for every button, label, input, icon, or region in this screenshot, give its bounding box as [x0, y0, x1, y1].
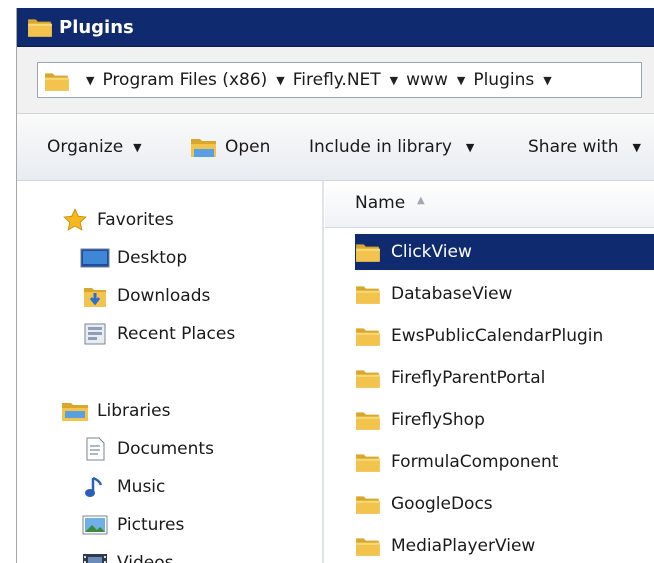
folder-icon — [355, 367, 391, 389]
organize-label: Organize — [47, 137, 124, 157]
nav-item-documents[interactable]: Documents — [79, 434, 214, 464]
nav-label: Downloads — [117, 286, 211, 306]
chevron-down-icon[interactable]: ▼ — [543, 74, 551, 87]
nav-label: Libraries — [97, 401, 171, 421]
star-icon — [59, 205, 91, 235]
address-bar[interactable]: ▼ Program Files (x86) ▼ Firefly.NET ▼ ww… — [37, 62, 642, 98]
navigation-pane: Favorites Desktop Downloads Recent Place… — [17, 181, 322, 563]
folder-icon — [355, 535, 391, 557]
breadcrumb-label: Plugins — [473, 70, 535, 90]
breadcrumb-item[interactable]: ▼ Plugins — [457, 70, 534, 90]
breadcrumb-item[interactable]: ▼ — [543, 74, 559, 87]
address-area: ▼ Program Files (x86) ▼ Firefly.NET ▼ ww… — [17, 47, 654, 114]
nav-label: Pictures — [117, 515, 185, 535]
file-name: GoogleDocs — [391, 494, 493, 514]
chevron-right-icon[interactable]: ▼ — [457, 74, 465, 87]
include-in-library-label: Include in library — [309, 137, 452, 157]
share-with-label: Share with — [528, 137, 619, 157]
file-name: EwsPublicCalendarPlugin — [391, 326, 604, 346]
file-name: FormulaComponent — [391, 452, 559, 472]
folder-icon — [355, 325, 391, 347]
breadcrumb-item[interactable]: ▼ www — [390, 70, 448, 90]
chevron-right-icon[interactable]: ▼ — [86, 74, 94, 87]
title-bar[interactable]: Plugins — [17, 8, 654, 47]
sort-ascending-icon: ▲ — [417, 195, 425, 206]
file-name: FireflyParentPortal — [391, 368, 546, 388]
pane-splitter[interactable] — [322, 181, 324, 563]
nav-item-music[interactable]: Music — [79, 472, 165, 502]
nav-label: Videos — [117, 553, 174, 563]
breadcrumb-label: Program Files (x86) — [102, 70, 268, 90]
nav-item-recent-places[interactable]: Recent Places — [79, 319, 235, 349]
chevron-right-icon[interactable]: ▼ — [390, 74, 398, 87]
file-row[interactable]: FireflyShop — [355, 402, 654, 438]
nav-label: Music — [117, 477, 166, 497]
breadcrumb: ▼ Program Files (x86) ▼ Firefly.NET ▼ ww… — [86, 63, 569, 97]
videos-icon — [79, 548, 111, 563]
nav-item-desktop[interactable]: Desktop — [79, 243, 187, 273]
music-icon — [79, 472, 111, 502]
column-header-name[interactable]: Name ▲ — [325, 181, 654, 228]
nav-item-pictures[interactable]: Pictures — [79, 510, 184, 540]
breadcrumb-item[interactable]: ▼ Program Files (x86) — [86, 70, 267, 90]
chevron-down-icon: ▼ — [632, 140, 641, 154]
organize-button[interactable]: Organize ▼ — [47, 134, 142, 160]
file-name: FireflyShop — [391, 410, 485, 430]
include-in-library-button[interactable]: Include in library ▼ — [309, 134, 474, 160]
chevron-right-icon[interactable]: ▼ — [276, 74, 284, 87]
file-name: MediaPlayerView — [391, 536, 536, 556]
downloads-icon — [79, 281, 111, 311]
documents-icon — [79, 434, 111, 464]
breadcrumb-item[interactable]: ▼ Firefly.NET — [276, 70, 380, 90]
command-bar: Organize ▼ Open Include in library ▼ Sha… — [17, 114, 654, 181]
nav-label: Documents — [117, 439, 214, 459]
file-row[interactable]: GoogleDocs — [355, 486, 654, 522]
breadcrumb-label: Firefly.NET — [292, 70, 381, 90]
explorer-window: Plugins ▼ Program Files (x86) ▼ Firefly.… — [16, 8, 654, 563]
window-title: Plugins — [59, 17, 134, 38]
nav-item-libraries[interactable]: Libraries — [59, 396, 170, 426]
column-header-label: Name — [355, 193, 406, 213]
folder-icon — [355, 409, 391, 431]
nav-item-downloads[interactable]: Downloads — [79, 281, 210, 311]
folder-icon — [355, 493, 391, 515]
folder-icon — [27, 16, 53, 43]
folder-icon — [355, 283, 391, 305]
libraries-icon — [59, 396, 91, 426]
file-name: ClickView — [391, 242, 472, 262]
recent-places-icon — [79, 319, 111, 349]
open-button[interactable]: Open — [189, 134, 270, 160]
nav-item-favorites[interactable]: Favorites — [59, 205, 174, 235]
file-row[interactable]: MediaPlayerView — [355, 528, 654, 563]
folder-icon — [355, 451, 391, 473]
file-row[interactable]: DatabaseView — [355, 276, 654, 312]
file-row[interactable]: FireflyParentPortal — [355, 360, 654, 396]
pictures-icon — [79, 510, 111, 540]
folder-icon — [355, 241, 391, 263]
breadcrumb-label: www — [406, 70, 448, 90]
share-with-button[interactable]: Share with ▼ — [528, 134, 641, 160]
file-row[interactable]: EwsPublicCalendarPlugin — [355, 318, 654, 354]
open-label: Open — [225, 137, 271, 157]
nav-label: Desktop — [117, 248, 188, 268]
chevron-down-icon: ▼ — [465, 140, 475, 154]
nav-label: Recent Places — [117, 324, 236, 344]
file-row[interactable]: FormulaComponent — [355, 444, 654, 480]
desktop-icon — [79, 243, 111, 273]
nav-label: Favorites — [97, 210, 174, 230]
file-name: DatabaseView — [391, 284, 513, 304]
nav-item-videos[interactable]: Videos — [79, 548, 174, 563]
folder-icon — [44, 70, 70, 97]
file-row[interactable]: ClickView — [355, 234, 654, 270]
open-folder-icon — [189, 135, 219, 159]
chevron-down-icon: ▼ — [133, 140, 142, 154]
